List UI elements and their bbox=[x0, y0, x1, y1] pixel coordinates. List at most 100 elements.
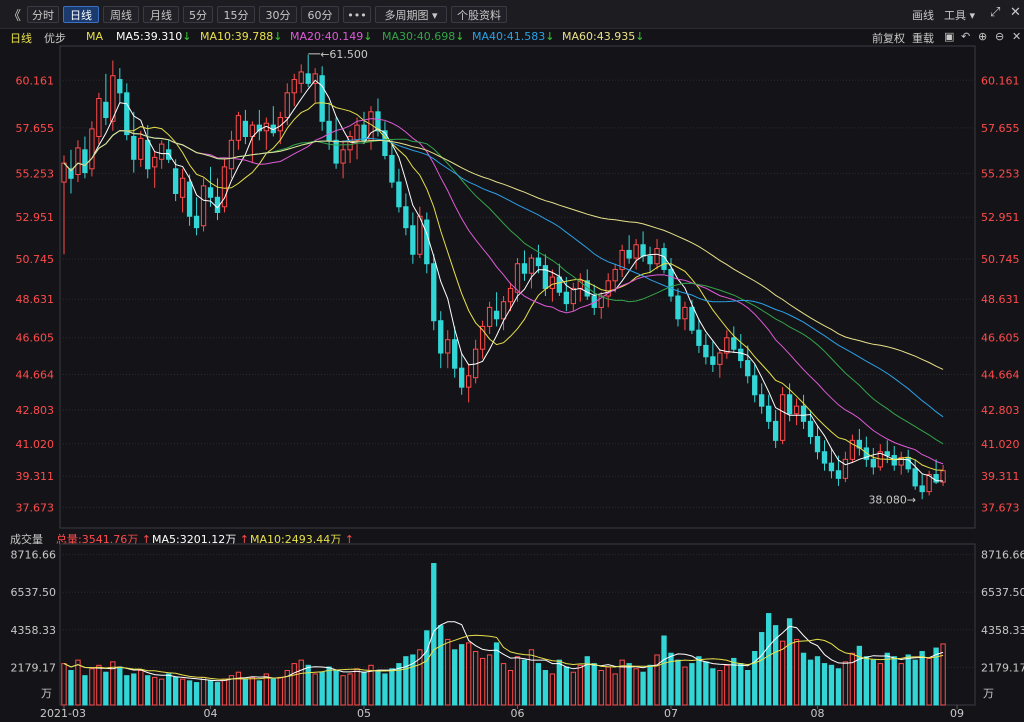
toolbar-button-2[interactable]: 周线 bbox=[103, 6, 139, 23]
candle-body bbox=[898, 456, 904, 466]
zoom-in-icon[interactable]: ⊕ bbox=[978, 30, 987, 43]
candle-body bbox=[717, 352, 723, 365]
volume-ma10: MA10:2493.44万 ↑ bbox=[250, 533, 354, 546]
volume-bar bbox=[96, 664, 102, 706]
volume-ma5: MA5:3201.12万 ↑ bbox=[152, 533, 249, 546]
toolbar-button-9[interactable]: 多周期图 ▾ bbox=[375, 6, 447, 23]
candle-body bbox=[479, 325, 486, 350]
toolbar-button-6[interactable]: 30分 bbox=[259, 6, 297, 23]
price-tick-label-right: 46.605 bbox=[981, 332, 1020, 345]
candle-body bbox=[528, 257, 535, 274]
volume-bar bbox=[821, 663, 828, 706]
candle-body bbox=[619, 249, 625, 270]
low-annotation: 38.080→ bbox=[868, 494, 916, 507]
volume-bar bbox=[640, 671, 646, 706]
volume-bar bbox=[682, 666, 688, 706]
price-tick-label-left: 46.605 bbox=[16, 332, 55, 345]
candle-body bbox=[752, 375, 758, 396]
close-pane-icon[interactable]: ✕ bbox=[1012, 30, 1021, 43]
toolbar-button-3[interactable]: 月线 bbox=[143, 6, 179, 23]
toolbar-button-10[interactable]: 个股资料 bbox=[451, 6, 507, 23]
volume-bar bbox=[877, 663, 883, 706]
period-label: 日线 bbox=[10, 32, 32, 45]
volume-bar bbox=[389, 668, 395, 706]
tools-menu[interactable]: 工具 ▾ bbox=[944, 7, 975, 23]
volume-bar bbox=[284, 669, 290, 706]
volume-tick-label-left: 4358.33 bbox=[11, 624, 57, 637]
zoom-out-icon[interactable]: ⊖ bbox=[995, 30, 1004, 43]
toolbar-button-1[interactable]: 日线 bbox=[63, 6, 99, 23]
candle-body bbox=[870, 458, 876, 468]
volume-legend-bar: 成交量 总量:3541.76万 ↑ MA5:3201.12万 ↑ MA10:24… bbox=[0, 530, 1024, 546]
volume-bar bbox=[507, 669, 514, 706]
expand-icon[interactable]: ⤢ bbox=[990, 5, 1000, 20]
candle-body bbox=[68, 168, 74, 179]
volume-bar bbox=[131, 673, 137, 706]
toolbar-button-7[interactable]: 60分 bbox=[301, 6, 339, 23]
candle-body bbox=[724, 337, 730, 354]
candle-body bbox=[207, 187, 214, 198]
toolbar-button-5[interactable]: 15分 bbox=[217, 6, 255, 23]
candle-body bbox=[786, 394, 793, 415]
candle-body bbox=[103, 101, 109, 119]
candle-body bbox=[542, 265, 549, 289]
volume-bar bbox=[186, 680, 193, 706]
candle-body bbox=[472, 348, 479, 379]
volume-tick-label-right: 4358.33 bbox=[981, 624, 1024, 637]
lock-icon[interactable]: ▣ bbox=[944, 30, 954, 43]
volume-bar bbox=[465, 642, 472, 706]
reload-button[interactable]: 重载 bbox=[912, 30, 934, 46]
candle-body bbox=[759, 394, 765, 407]
volume-bar bbox=[779, 640, 786, 706]
price-tick-label-left: 55.253 bbox=[16, 167, 55, 180]
candle-body bbox=[640, 244, 646, 257]
toolbar-button-0[interactable]: 分时 bbox=[27, 6, 59, 23]
candle-body bbox=[165, 149, 172, 160]
candle-body bbox=[703, 344, 709, 358]
volume-bar bbox=[347, 673, 353, 706]
volume-tick-label-left: 8716.66 bbox=[11, 549, 57, 562]
candle-body bbox=[682, 306, 688, 320]
volume-bar bbox=[521, 659, 528, 706]
candle-body bbox=[919, 485, 925, 493]
candle-body bbox=[626, 249, 632, 259]
volume-bar bbox=[277, 676, 283, 706]
toolbar-button-8[interactable]: ••• bbox=[343, 6, 371, 23]
toolbar-button-4[interactable]: 5分 bbox=[183, 6, 213, 23]
draw-line-button[interactable]: 画线 bbox=[912, 7, 934, 23]
volume-bar bbox=[382, 673, 388, 706]
candle-body bbox=[200, 185, 207, 227]
close-icon[interactable]: ✕ bbox=[1010, 5, 1021, 20]
volume-bar bbox=[912, 659, 918, 706]
ma20-line bbox=[63, 118, 944, 465]
volume-bar bbox=[828, 664, 835, 706]
candle-body bbox=[828, 462, 835, 472]
volume-bar bbox=[159, 678, 165, 706]
candle-body bbox=[772, 420, 779, 441]
candle-body bbox=[884, 451, 890, 457]
volume-bar bbox=[724, 664, 730, 706]
candle-body bbox=[835, 470, 842, 479]
adjust-mode[interactable]: 前复权 bbox=[872, 30, 905, 46]
candle-body bbox=[745, 360, 751, 377]
volume-bar bbox=[849, 652, 856, 706]
price-tick-label-left: 42.803 bbox=[16, 404, 55, 417]
ma-label[interactable]: MA bbox=[86, 30, 103, 43]
candle-body bbox=[612, 268, 618, 282]
back-button[interactable]: 《 bbox=[8, 5, 21, 24]
volume-bar bbox=[235, 671, 242, 706]
adjust-label[interactable]: 优步 bbox=[44, 30, 66, 46]
volume-bar bbox=[898, 663, 904, 706]
volume-bar bbox=[403, 656, 409, 706]
candle-body bbox=[75, 147, 81, 175]
volume-bar bbox=[786, 618, 793, 706]
x-tick-label: 06 bbox=[511, 707, 525, 720]
volume-bar bbox=[870, 659, 876, 706]
price-tick-label-right: 48.631 bbox=[981, 293, 1020, 306]
candlestick-chart[interactable]: 60.161 60.161 57.655 57.655 55.253 55.253 52.9… bbox=[0, 0, 1024, 722]
candle-body bbox=[340, 149, 346, 164]
price-tick-label-right: 44.664 bbox=[981, 369, 1020, 382]
volume-bar bbox=[298, 659, 304, 706]
undo-icon[interactable]: ↶ bbox=[961, 30, 970, 43]
candle-body bbox=[179, 177, 186, 198]
